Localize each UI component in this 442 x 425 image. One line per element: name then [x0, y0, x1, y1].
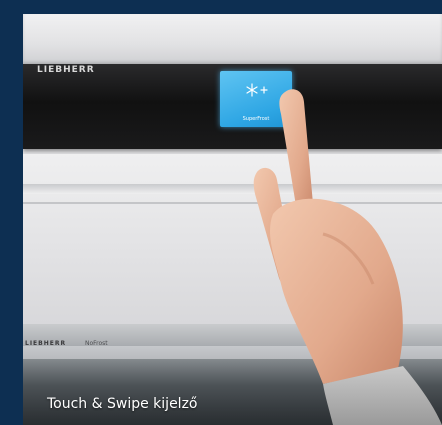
appliance-top-rim [23, 14, 442, 64]
card-background: LIEBHERR SuperFrost LIEBHERR NoFrost [0, 0, 442, 425]
brand-logo: LIEBHERR [37, 65, 95, 75]
product-photo: LIEBHERR SuperFrost LIEBHERR NoFrost [23, 14, 442, 425]
caption: Touch & Swipe kijelző [47, 396, 198, 412]
hand-illustration [253, 89, 442, 425]
